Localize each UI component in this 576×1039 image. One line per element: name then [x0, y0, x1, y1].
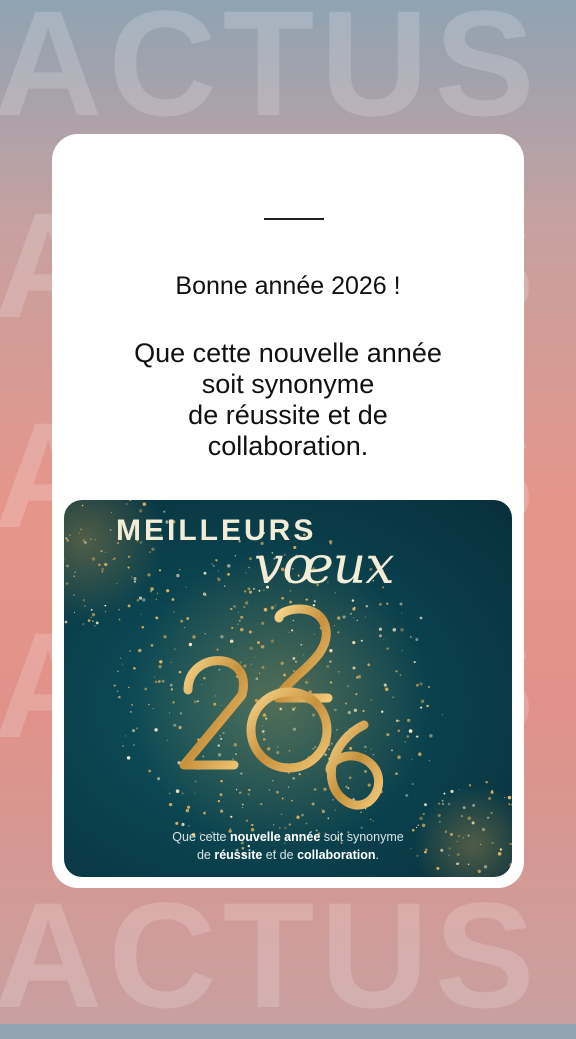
sparkle-dot — [188, 825, 189, 826]
sparkle-dot — [122, 745, 123, 746]
msg-bold: collaboration — [297, 848, 375, 862]
sparkle-dot — [429, 760, 430, 761]
message-line: de réussite et de — [52, 400, 524, 431]
sparkle-dot — [94, 625, 95, 626]
sparkle-dot — [442, 714, 443, 715]
sparkle-dot — [235, 555, 237, 557]
sparkle-dot — [117, 671, 119, 673]
sparkle-dot — [215, 559, 217, 561]
sparkle-dot — [370, 819, 371, 820]
message-line: collaboration. — [52, 431, 524, 462]
sparkle-dot — [400, 603, 403, 606]
sparkle-dot — [373, 820, 374, 821]
sparkle-dot — [117, 691, 118, 692]
msg-text: . — [376, 848, 379, 862]
sparkle-dot — [156, 599, 158, 601]
sparkle-dot — [429, 734, 433, 738]
sparkle-dot — [127, 756, 131, 760]
sparkle-dot — [140, 614, 141, 615]
sparkle-dot — [181, 823, 184, 826]
sparkle-dot — [133, 744, 135, 746]
sparkle-dot — [159, 569, 161, 571]
msg-text: de — [197, 848, 214, 862]
sparkle-dot — [118, 696, 121, 699]
sparkle-dot — [176, 574, 179, 577]
sparkle-dot — [142, 598, 145, 601]
sparkle-dot — [82, 623, 84, 625]
sparkle-dot — [211, 564, 212, 565]
sparkle-dot — [424, 803, 427, 806]
sparkle-dot — [96, 622, 99, 625]
divider — [264, 218, 324, 220]
greeting-card-message: Que cette nouvelle année soit synonyme d… — [64, 828, 512, 864]
sparkle-dot — [405, 794, 408, 797]
message-line: Que cette nouvelle année — [52, 338, 524, 369]
sparkle-dot — [128, 687, 129, 688]
sparkle-dot — [120, 658, 121, 659]
sparkle-dot — [485, 781, 487, 783]
sparkle-dot — [114, 685, 116, 687]
sparkle-dot — [122, 664, 123, 665]
watermark-word: ACTUS — [0, 0, 576, 138]
sparkle-dot — [150, 590, 152, 592]
sparkle-dot — [125, 735, 126, 736]
post-message: Que cette nouvelle année soit synonyme d… — [52, 338, 524, 462]
msg-text: soit synonyme — [320, 830, 403, 844]
greeting-card-image: MEILLEURS vœux Que cette nouvelle année … — [64, 500, 512, 877]
msg-text: et de — [262, 848, 297, 862]
sparkle-dot — [175, 822, 178, 825]
sparkle-dot — [129, 650, 131, 652]
sparkle-dot — [179, 569, 180, 570]
msg-text: Que cette — [172, 830, 230, 844]
sparkle-dot — [163, 511, 165, 513]
post-title: Bonne année 2026 ! — [52, 272, 524, 301]
msg-bold: nouvelle — [230, 830, 284, 844]
post-card: Bonne année 2026 ! Que cette nouvelle an… — [52, 134, 524, 888]
sparkle-dot — [166, 589, 169, 592]
sparkle-dot — [119, 619, 121, 621]
message-line: soit synonyme — [52, 369, 524, 400]
msg-bold: réussite — [214, 848, 262, 862]
sparkle-dot — [92, 620, 94, 622]
sparkle-dot — [142, 626, 145, 629]
sparkle-dot — [420, 617, 423, 620]
sparkle-dot — [412, 783, 414, 785]
sparkle-dot — [65, 621, 68, 624]
greeting-script-word: vœux — [254, 536, 394, 596]
sparkle-dot — [157, 593, 158, 594]
watermark-word: ACTUS — [0, 880, 576, 1030]
msg-bold: année — [284, 830, 320, 844]
